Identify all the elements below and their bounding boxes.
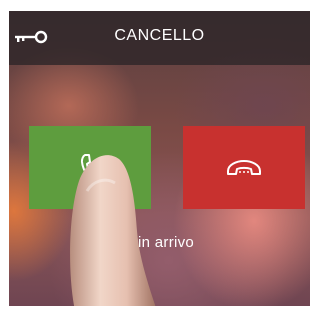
hang-up-button[interactable] bbox=[183, 126, 305, 209]
phone-hangup-icon bbox=[227, 159, 261, 175]
phone-icon bbox=[80, 153, 101, 183]
call-status-text: a in arrivo bbox=[124, 234, 195, 251]
intercom-screen: CANCELLO a in arrivo bbox=[9, 11, 310, 306]
top-bar: CANCELLO bbox=[9, 11, 310, 65]
page-title: CANCELLO bbox=[114, 27, 205, 44]
answer-call-button[interactable] bbox=[29, 126, 151, 209]
